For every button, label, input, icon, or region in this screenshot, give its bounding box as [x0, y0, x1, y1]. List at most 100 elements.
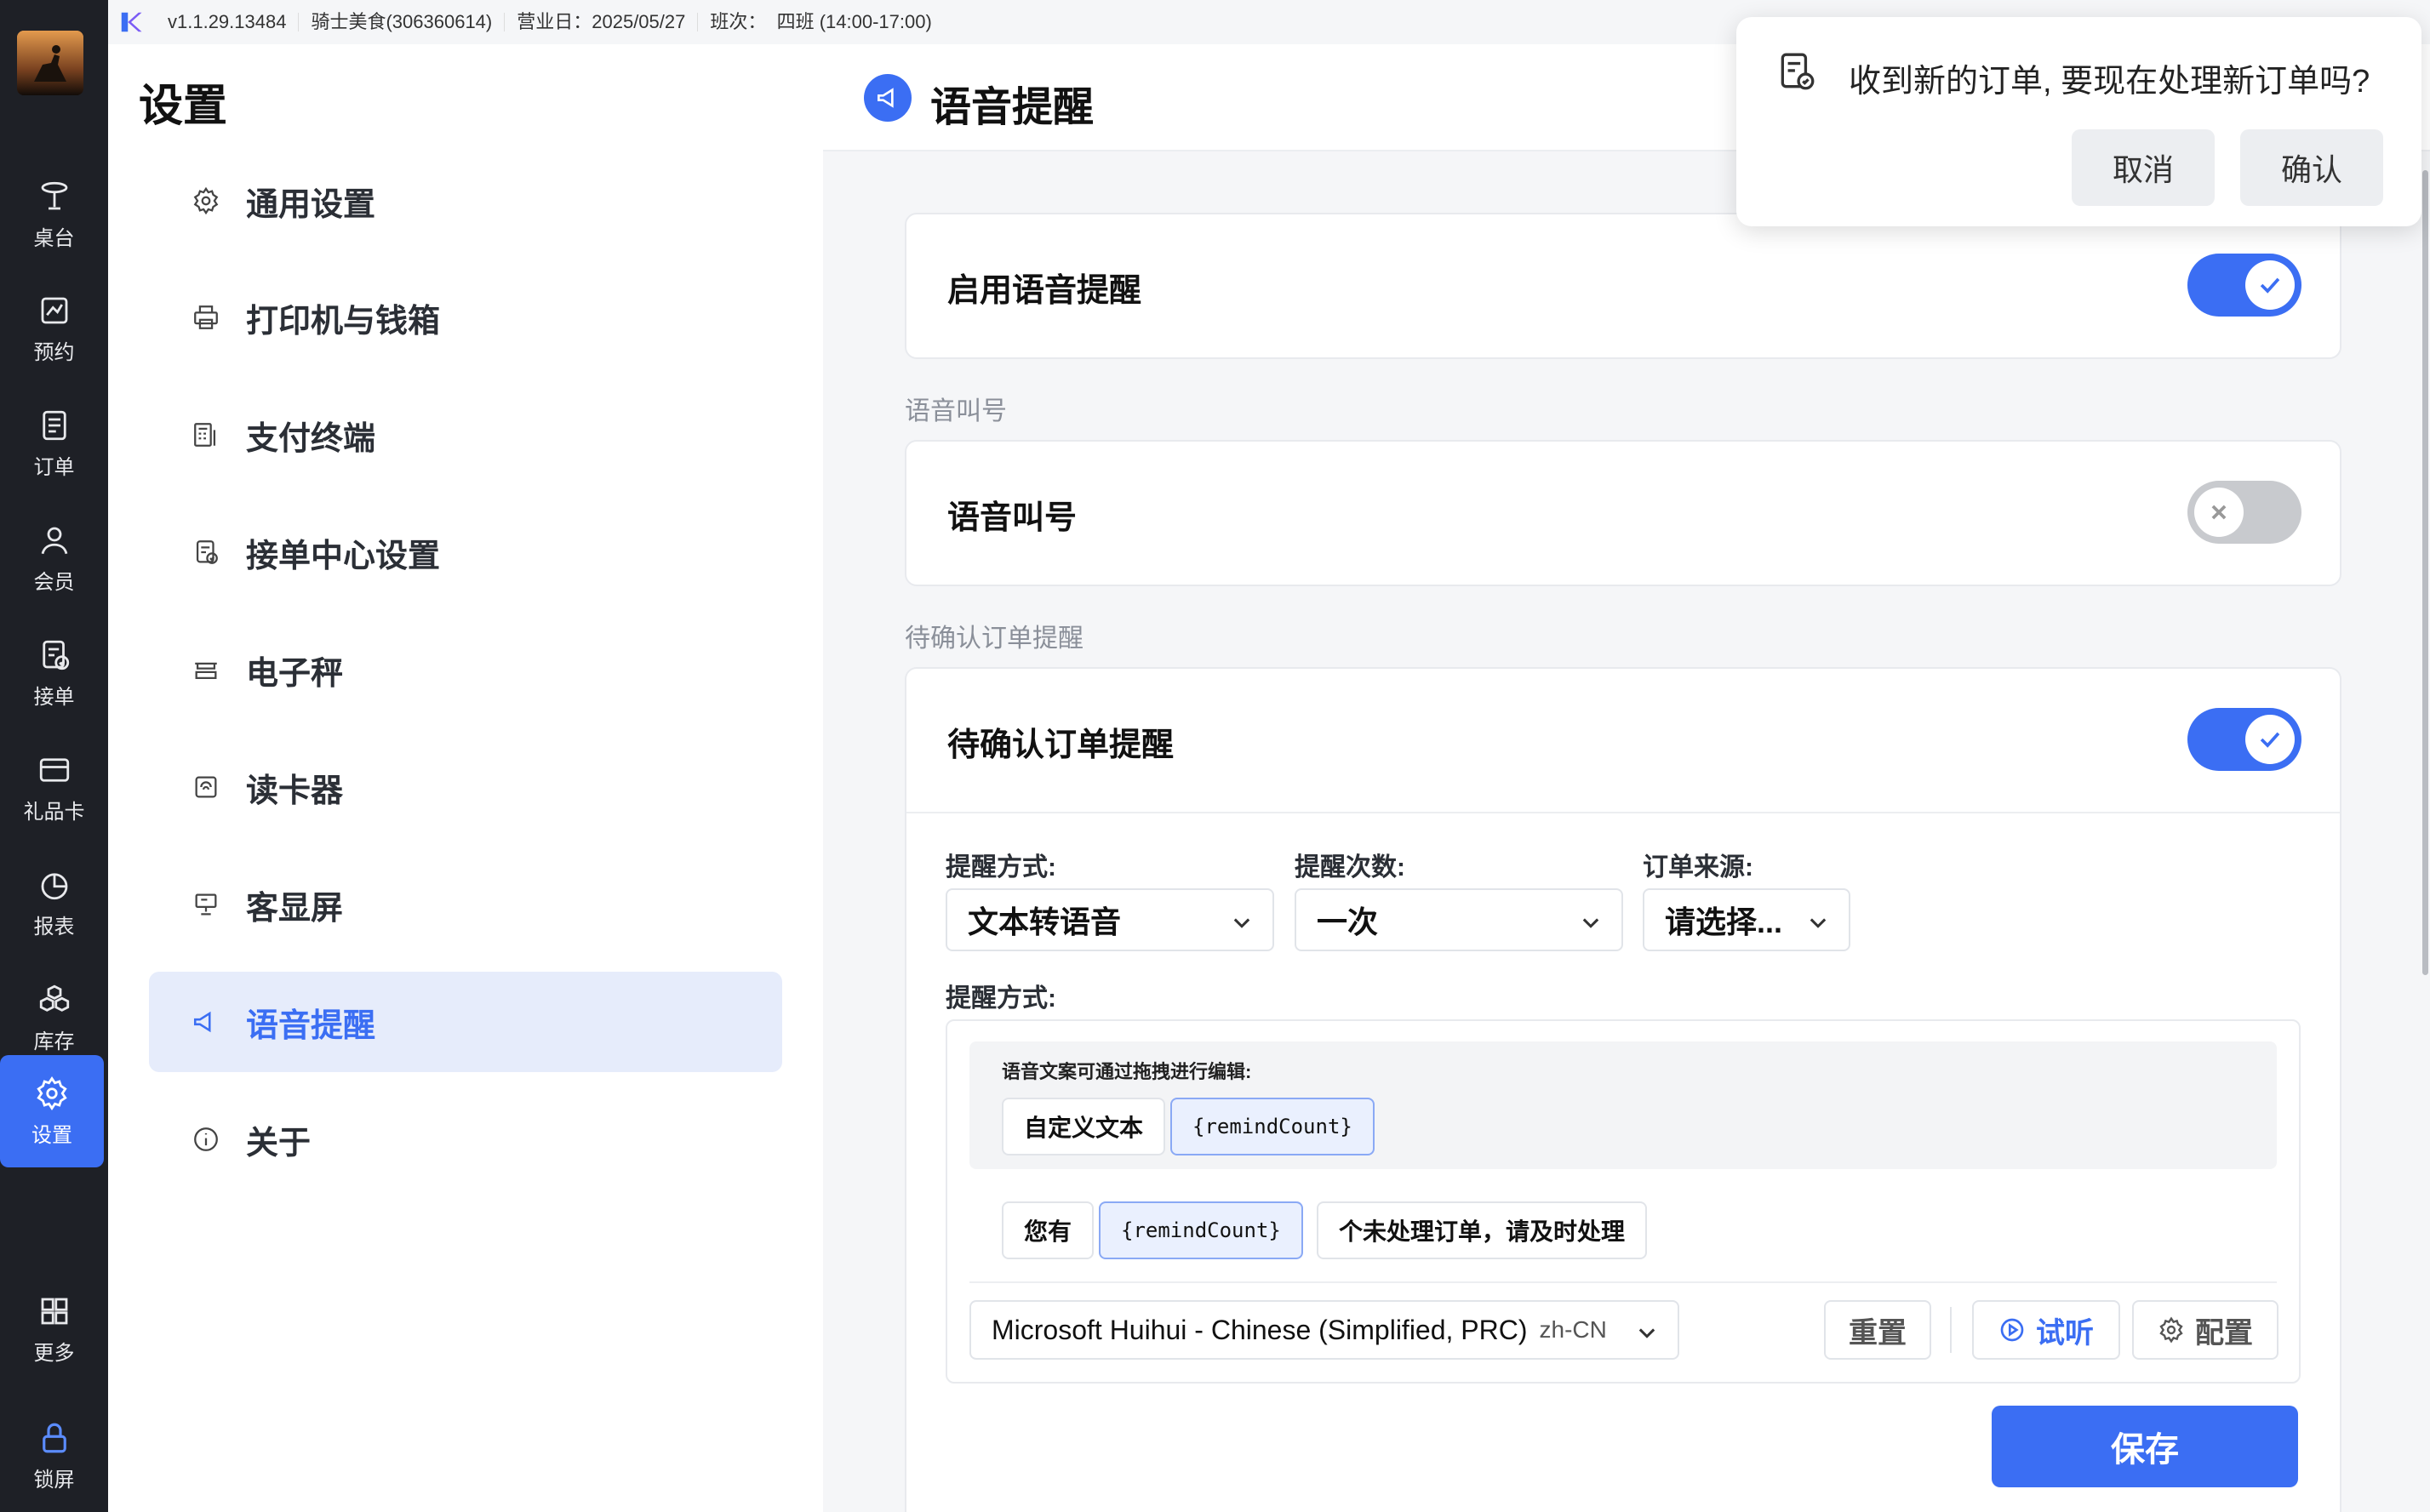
- voice-name: Microsoft Huihui - Chinese (Simplified, …: [992, 1314, 1528, 1345]
- rail-item-label: 订单: [33, 455, 75, 479]
- megaphone-icon: [193, 1011, 211, 1033]
- scale-icon: [195, 662, 217, 680]
- grid-icon: [41, 1298, 67, 1324]
- confirm-button[interactable]: 确认: [2240, 129, 2383, 206]
- remind-count-value: 一次: [1317, 904, 1379, 939]
- remind-count-select[interactable]: 一次: [1295, 888, 1623, 951]
- config-button[interactable]: 配置: [2132, 1300, 2278, 1360]
- rail-item-label: 预约: [33, 340, 75, 364]
- reservation-icon: [41, 297, 67, 323]
- nav-item-scale[interactable]: 电子秤: [149, 619, 782, 720]
- business-day: 营业日：2025/05/27: [505, 13, 699, 31]
- rail-item-more[interactable]: 更多: [0, 1273, 108, 1385]
- nav-item-label: 支付终端: [246, 420, 376, 457]
- printer-icon: [194, 305, 218, 329]
- nav-item-label: 语音提醒: [246, 1007, 376, 1044]
- rail-item-giftcard[interactable]: 礼品卡: [0, 732, 108, 844]
- rail-item-label: 更多: [33, 1341, 75, 1365]
- template-chip-variable[interactable]: {remindCount}: [1099, 1201, 1303, 1259]
- rail-item-accept[interactable]: 接单: [0, 617, 108, 729]
- chevron-down-icon: [1810, 918, 1827, 928]
- gear-icon: [37, 1076, 67, 1110]
- settings-nav: 设置 通用设置 打印机与钱箱 支付终端 接单中心设置 电子秤 读卡器 客显屏 语…: [108, 44, 823, 1512]
- brand-logo: [17, 31, 83, 95]
- nav-item-label: 通用设置: [246, 186, 376, 223]
- divider: [969, 1281, 2277, 1283]
- nav-item-label: 电子秤: [246, 655, 344, 692]
- preview-button[interactable]: 试听: [1972, 1300, 2120, 1360]
- chevron-down-icon: [1233, 918, 1250, 928]
- gift-card-icon: [39, 757, 69, 782]
- palette-chip-custom-text[interactable]: 自定义文本: [1002, 1098, 1166, 1155]
- rail-item-settings[interactable]: 设置: [0, 1055, 104, 1167]
- nav-item-label: 读卡器: [246, 773, 344, 809]
- order-icon: [42, 410, 66, 440]
- reset-button[interactable]: 重置: [1824, 1300, 1931, 1360]
- save-button[interactable]: 保存: [1992, 1406, 2298, 1487]
- report-icon: [41, 872, 67, 899]
- rail-item-member[interactable]: 会员: [0, 502, 108, 614]
- nav-item-terminal[interactable]: 支付终端: [149, 385, 782, 485]
- rail-item-label: 会员: [33, 570, 75, 594]
- nav-item-label: 接单中心设置: [246, 538, 441, 574]
- nav-item-card-reader[interactable]: 读卡器: [149, 737, 782, 837]
- remind-method-select[interactable]: 文本转语音: [946, 888, 1274, 951]
- divider: [906, 812, 2340, 813]
- nav-item-voice-reminder[interactable]: 语音提醒: [149, 972, 782, 1072]
- rail-item-lock[interactable]: 锁屏: [0, 1400, 108, 1512]
- order-center-icon: [196, 540, 218, 564]
- rail-item-order[interactable]: 订单: [0, 387, 108, 499]
- template-chip[interactable]: 您有: [1002, 1201, 1095, 1259]
- nav-item-about[interactable]: 关于: [149, 1089, 782, 1190]
- reset-label: 重置: [1849, 1316, 1907, 1349]
- nav-item-customer-display[interactable]: 客显屏: [149, 854, 782, 955]
- voice-call-toggle[interactable]: [2187, 481, 2301, 544]
- palette-chip-remind-count[interactable]: {remindCount}: [1170, 1098, 1375, 1155]
- voice-locale: zh-CN: [1539, 1316, 1607, 1343]
- voice-call-card: 语音叫号: [905, 440, 2341, 586]
- check-icon: [2245, 715, 2295, 764]
- nav-item-order-center[interactable]: 接单中心设置: [149, 502, 782, 602]
- close-icon: [2194, 488, 2244, 537]
- rail-item-label: 设置: [31, 1123, 72, 1147]
- rail-item-label: 锁屏: [33, 1468, 75, 1492]
- rail-item-table[interactable]: 桌台: [0, 158, 108, 271]
- order-source-label: 订单来源:: [1643, 853, 1753, 882]
- voice-call-label: 语音叫号: [947, 500, 1078, 536]
- nav-item-label: 打印机与钱箱: [246, 303, 441, 339]
- rail-item-label: 接单: [33, 685, 75, 709]
- shift-value: 四班 (14:00-17:00): [776, 11, 932, 32]
- voice-text-editor: 语音文案可通过拖拽进行编辑: 自定义文本 {remindCount} 您有 {r…: [946, 1019, 2301, 1384]
- nav-item-general[interactable]: 通用设置: [149, 151, 782, 251]
- section-label-pending: 待确认订单提醒: [905, 625, 1083, 653]
- remind-method-label: 提醒方式:: [946, 853, 1056, 882]
- nav-item-label: 关于: [246, 1125, 312, 1161]
- rail-item-reservation[interactable]: 预约: [0, 272, 108, 385]
- customer-display-icon: [195, 893, 217, 916]
- rail-item-label: 礼品卡: [23, 800, 85, 824]
- gear-icon: [193, 186, 219, 215]
- store-name: 骑士美食(306360614): [299, 13, 506, 31]
- voice-select[interactable]: Microsoft Huihui - Chinese (Simplified, …: [969, 1300, 1679, 1360]
- app-logo-icon: [121, 12, 142, 32]
- content-label: 提醒方式:: [946, 984, 1056, 1013]
- template-chip[interactable]: 个未处理订单，请及时处理: [1317, 1201, 1648, 1259]
- chip-palette: 语音文案可通过拖拽进行编辑: 自定义文本 {remindCount}: [969, 1041, 2277, 1169]
- scrollbar[interactable]: [2422, 170, 2428, 975]
- order-notice-icon: [1781, 53, 1815, 90]
- pending-toggle[interactable]: [2187, 708, 2301, 771]
- megaphone-icon: [864, 74, 912, 122]
- rail-item-label: 库存: [33, 1030, 75, 1053]
- inventory-icon: [39, 984, 69, 1012]
- rail-item-report[interactable]: 报表: [0, 847, 108, 959]
- enable-voice-toggle[interactable]: [2187, 254, 2301, 317]
- config-label: 配置: [2195, 1316, 2253, 1349]
- cancel-button[interactable]: 取消: [2072, 129, 2215, 206]
- palette-hint: 语音文案可通过拖拽进行编辑:: [1002, 1061, 1252, 1082]
- rail-item-label: 报表: [33, 915, 75, 939]
- lock-icon: [42, 1423, 66, 1452]
- nav-item-printer[interactable]: 打印机与钱箱: [149, 267, 782, 368]
- pos-terminal-icon: [194, 423, 216, 447]
- divider: [1950, 1307, 1952, 1353]
- order-source-select[interactable]: 请选择...: [1643, 888, 1850, 951]
